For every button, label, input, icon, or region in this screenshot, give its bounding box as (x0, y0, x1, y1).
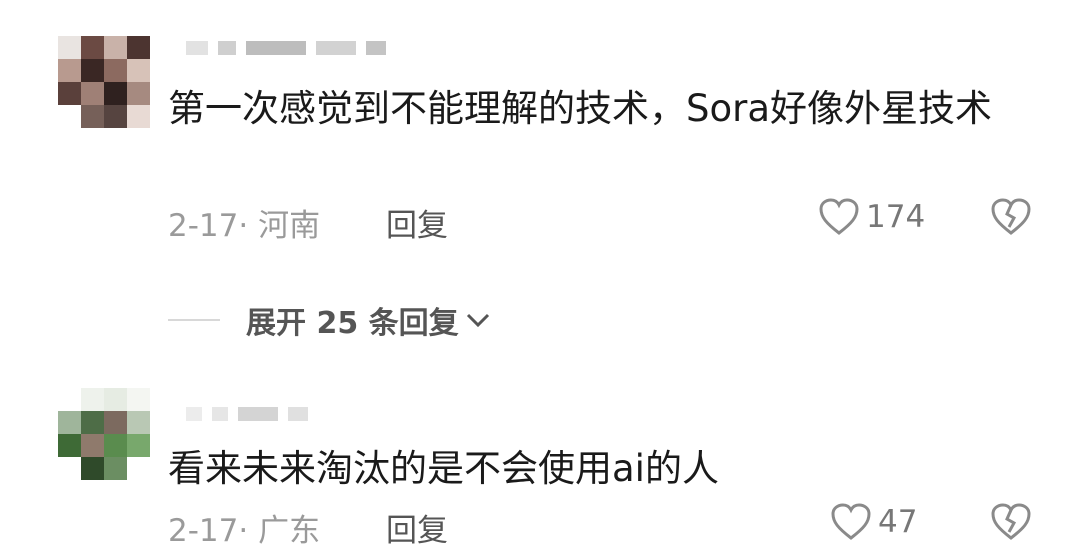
dislike-button[interactable] (990, 502, 1032, 546)
heart-icon (831, 503, 871, 540)
username-blurred[interactable] (186, 40, 396, 55)
avatar[interactable] (58, 36, 150, 128)
reply-button[interactable]: 回复 (386, 505, 448, 550)
comment-date-location: 2-17· 河南 (168, 208, 321, 244)
like-count: 174 (866, 199, 926, 235)
divider-line (168, 319, 220, 321)
username-blurred[interactable] (186, 406, 318, 421)
chevron-down-icon (466, 313, 489, 328)
like-button[interactable]: 47 (830, 502, 917, 542)
like-button[interactable]: 174 (818, 197, 925, 237)
expand-replies-label: 展开 25 条回复 (246, 306, 459, 341)
reply-button[interactable]: 回复 (386, 200, 448, 245)
heart-icon (819, 198, 859, 235)
comment-text: 第一次感觉到不能理解的技术，Sora好像外星技术 (168, 87, 993, 130)
dislike-button[interactable] (990, 197, 1032, 241)
comment-date-location: 2-17· 广东 (168, 513, 321, 549)
expand-replies-button[interactable]: 展开 25 条回复 (168, 298, 493, 342)
avatar[interactable] (58, 388, 150, 480)
comment-text: 看来未来淘汰的是不会使用ai的人 (168, 447, 719, 490)
broken-heart-icon (991, 503, 1031, 540)
broken-heart-icon (991, 198, 1031, 235)
